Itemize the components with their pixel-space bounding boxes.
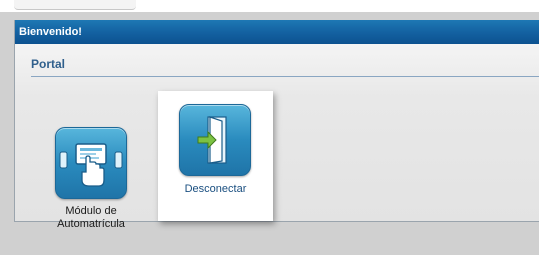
- welcome-panel: Bienvenido! Portal Módulo de Automatrícu…: [14, 20, 539, 230]
- desconectar-label[interactable]: Desconectar: [158, 183, 273, 196]
- kiosk-touch-icon[interactable]: [55, 127, 127, 199]
- automatricula-label[interactable]: Módulo de Automatrícula: [31, 205, 151, 231]
- top-tab: [14, 0, 136, 10]
- exit-door-icon[interactable]: [179, 104, 251, 176]
- automatricula-label-line2[interactable]: Automatrícula: [31, 218, 151, 231]
- section-title-portal: Portal: [31, 57, 66, 71]
- desconectar-tile[interactable]: Desconectar: [158, 91, 273, 221]
- top-strip: [0, 0, 539, 12]
- section-divider: [31, 76, 539, 77]
- panel-body: Portal Módulo de Automatrícula Desconect…: [15, 44, 539, 230]
- automatricula-tile[interactable]: Módulo de Automatrícula: [31, 102, 151, 242]
- automatricula-label-line1[interactable]: Módulo de: [31, 205, 151, 218]
- panel-header-title: Bienvenido!: [15, 20, 539, 44]
